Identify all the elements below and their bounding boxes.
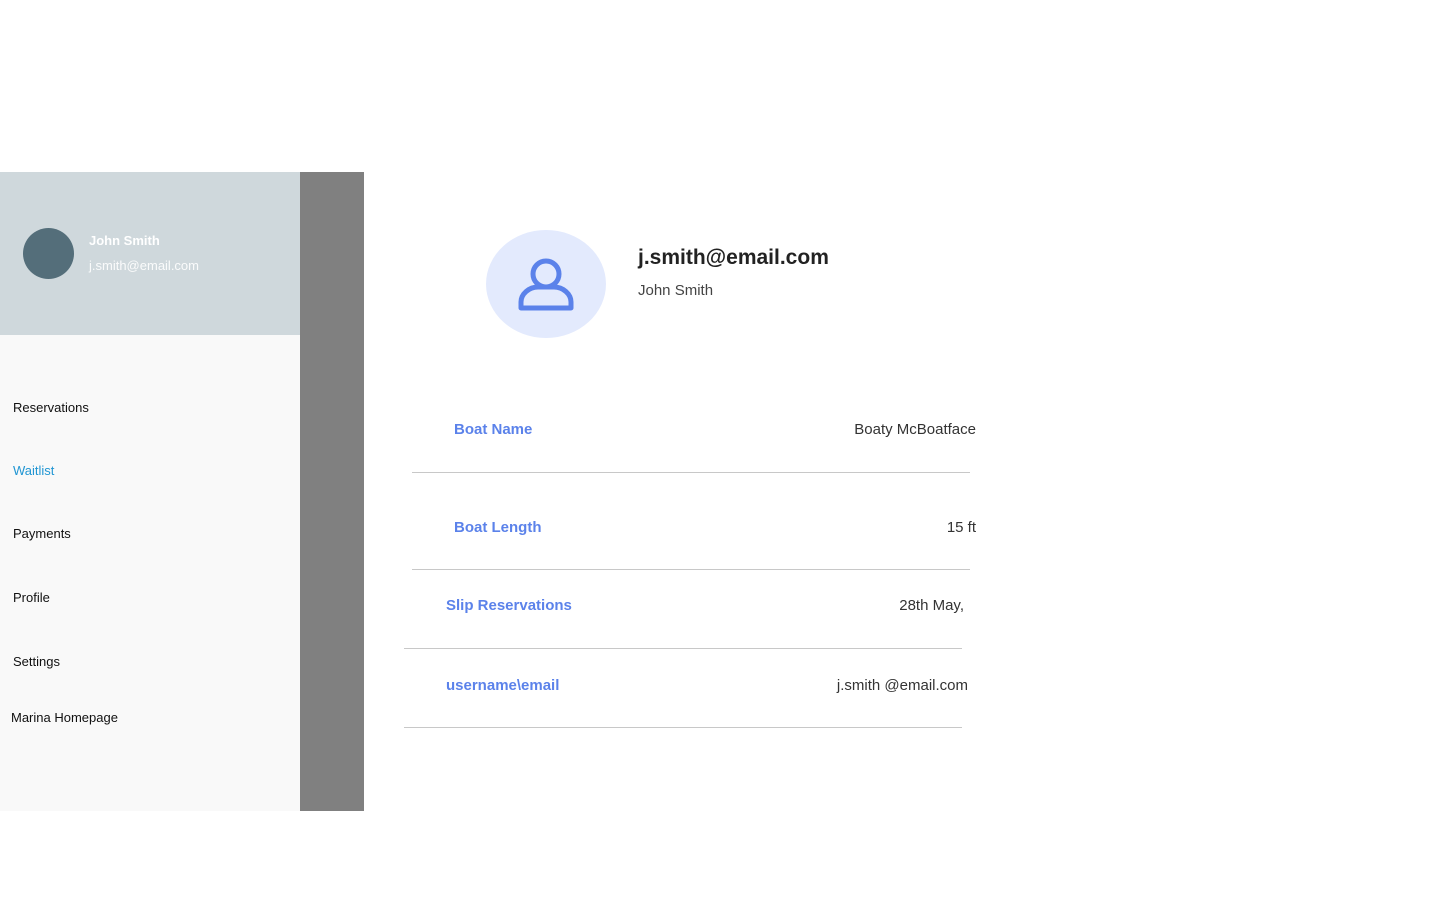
drawer-user-name: John Smith — [89, 233, 160, 248]
profile-name: John Smith — [638, 282, 714, 299]
sidebar-item-waitlist[interactable]: Waitlist — [13, 463, 54, 478]
username-email-value: j.smith @email.com — [836, 677, 968, 694]
boat-length-label: Boat Length — [454, 519, 542, 536]
drawer-header: John Smith j.smith@email.com — [0, 172, 300, 335]
divider — [412, 472, 970, 473]
divider — [404, 727, 962, 728]
sidebar-item-marina-homepage[interactable]: Marina Homepage — [11, 710, 118, 725]
divider — [404, 648, 962, 649]
user-icon — [518, 258, 574, 311]
sidebar-item-profile[interactable]: Profile — [13, 590, 50, 605]
profile-avatar — [486, 230, 606, 338]
sidebar-item-payments[interactable]: Payments — [13, 526, 71, 541]
boat-length-value: 15 ft — [946, 519, 976, 536]
sidebar-item-reservations[interactable]: Reservations — [13, 400, 89, 415]
sidebar-item-settings[interactable]: Settings — [13, 654, 60, 669]
boat-name-label: Boat Name — [454, 421, 533, 438]
username-email-label: username\email — [446, 677, 560, 694]
drawer-scrim[interactable] — [300, 172, 364, 811]
navigation-drawer: John Smith j.smith@email.com Reservation… — [0, 172, 300, 811]
divider — [412, 569, 970, 570]
avatar — [23, 228, 74, 279]
drawer-user-email: j.smith@email.com — [89, 258, 199, 273]
profile-email: j.smith@email.com — [638, 246, 829, 269]
slip-reservations-value: 28th May, — [899, 597, 964, 614]
slip-reservations-label: Slip Reservations — [446, 597, 572, 614]
boat-name-value: Boaty McBoatface — [854, 421, 976, 438]
